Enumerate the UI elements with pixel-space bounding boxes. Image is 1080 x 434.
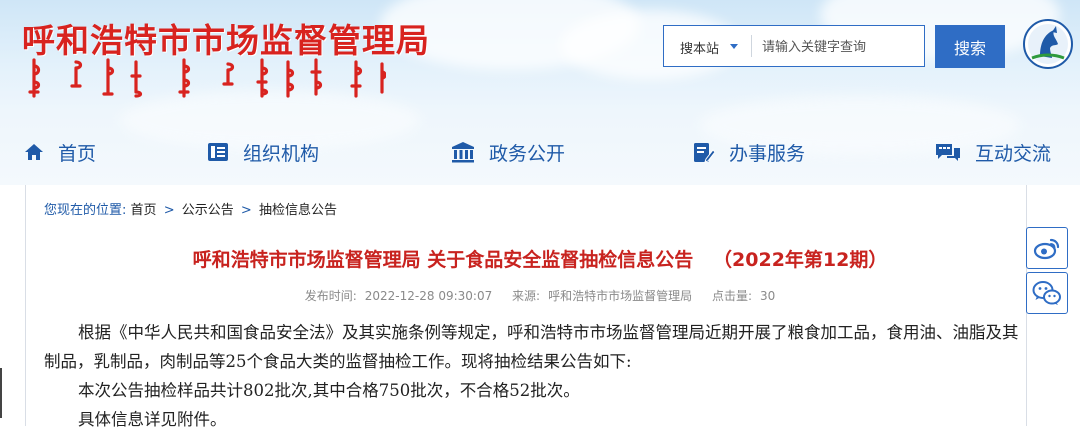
source-value: 呼和浩特市市场监督管理局 — [548, 289, 693, 303]
breadcrumb-separator: > — [163, 203, 175, 218]
main-nav: 首页 组织机构 政务公开 办事服务 互动交流 — [0, 130, 1080, 174]
site-title: 呼和浩特市市场监督管理局 — [22, 21, 430, 60]
search-button[interactable]: 搜索 — [935, 25, 1005, 68]
nav-item-interaction[interactable]: 互动交流 — [935, 138, 1051, 166]
org-structure-icon — [208, 143, 228, 161]
clicks-label: 点击量: — [711, 289, 752, 303]
search-box: 搜本站 — [663, 25, 925, 67]
scroll-handle[interactable] — [0, 368, 2, 418]
government-building-icon — [452, 142, 474, 163]
share-wechat-button[interactable] — [1026, 272, 1068, 314]
nav-label-interaction: 互动交流 — [975, 142, 1052, 165]
share-weibo-button[interactable] — [1026, 227, 1068, 269]
article-paragraph: 本次公告抽检样品共计802批次,其中合格750批次，不合格52批次。 — [78, 381, 580, 400]
nav-label-organization: 组织机构 — [243, 142, 320, 165]
search-divider — [751, 35, 752, 57]
nav-label-home: 首页 — [58, 142, 97, 165]
article-meta: 发布时间: 2022-12-28 09:30:07 来源: 呼和浩特市市场监督管理局… — [0, 287, 1080, 304]
publish-time: 2022-12-28 09:30:07 — [364, 289, 493, 303]
article-paragraph: 根据《中华人民共和国食品安全法》及其实施条例等规定，呼和浩特市市场监督管理局近期… — [44, 323, 1019, 371]
nav-label-services: 办事服务 — [729, 142, 806, 165]
search-scope-select[interactable]: 搜本站 — [680, 38, 719, 57]
service-edit-icon — [694, 143, 715, 163]
nav-item-home[interactable]: 首页 — [24, 138, 96, 166]
search-input[interactable] — [760, 34, 914, 60]
mongolian-title — [28, 58, 386, 98]
article-body: 根据《中华人民共和国食品安全法》及其实施条例等规定，呼和浩特市市场监督管理局近期… — [44, 318, 1034, 434]
nav-item-government-affairs[interactable]: 政务公开 — [451, 138, 565, 166]
breadcrumb-separator: > — [240, 203, 252, 218]
chat-bubbles-icon — [936, 144, 960, 161]
nav-item-services[interactable]: 办事服务 — [693, 138, 805, 166]
breadcrumb-label: 您现在的位置: — [44, 203, 127, 218]
clicks-value: 30 — [759, 289, 776, 303]
breadcrumb-item-announcements[interactable]: 公示公告 — [182, 203, 234, 218]
breadcrumb-item-inspection[interactable]: 抽检信息公告 — [259, 203, 337, 218]
chevron-down-icon[interactable] — [730, 44, 738, 49]
site-header: 呼和浩特市市场监督管理局 搜本站 搜索 — [0, 0, 1080, 185]
home-icon — [25, 144, 43, 160]
breadcrumb-item-home[interactable]: 首页 — [131, 203, 157, 218]
breadcrumb: 您现在的位置: 首页 > 公示公告 > 抽检信息公告 — [44, 199, 337, 218]
agency-emblem-icon[interactable] — [1022, 18, 1074, 70]
article-paragraph: 具体信息详见附件。 — [78, 410, 227, 429]
publish-time-label: 发布时间: — [304, 289, 357, 303]
source-label: 来源: — [512, 289, 541, 303]
article-title: 呼和浩特市市场监督管理局 关于食品安全监督抽检信息公告 （2022年第12期） — [192, 249, 888, 271]
wechat-icon — [1032, 281, 1061, 305]
weibo-icon — [1033, 238, 1060, 260]
nav-item-organization[interactable]: 组织机构 — [207, 138, 319, 166]
nav-label-government-affairs: 政务公开 — [489, 142, 566, 165]
